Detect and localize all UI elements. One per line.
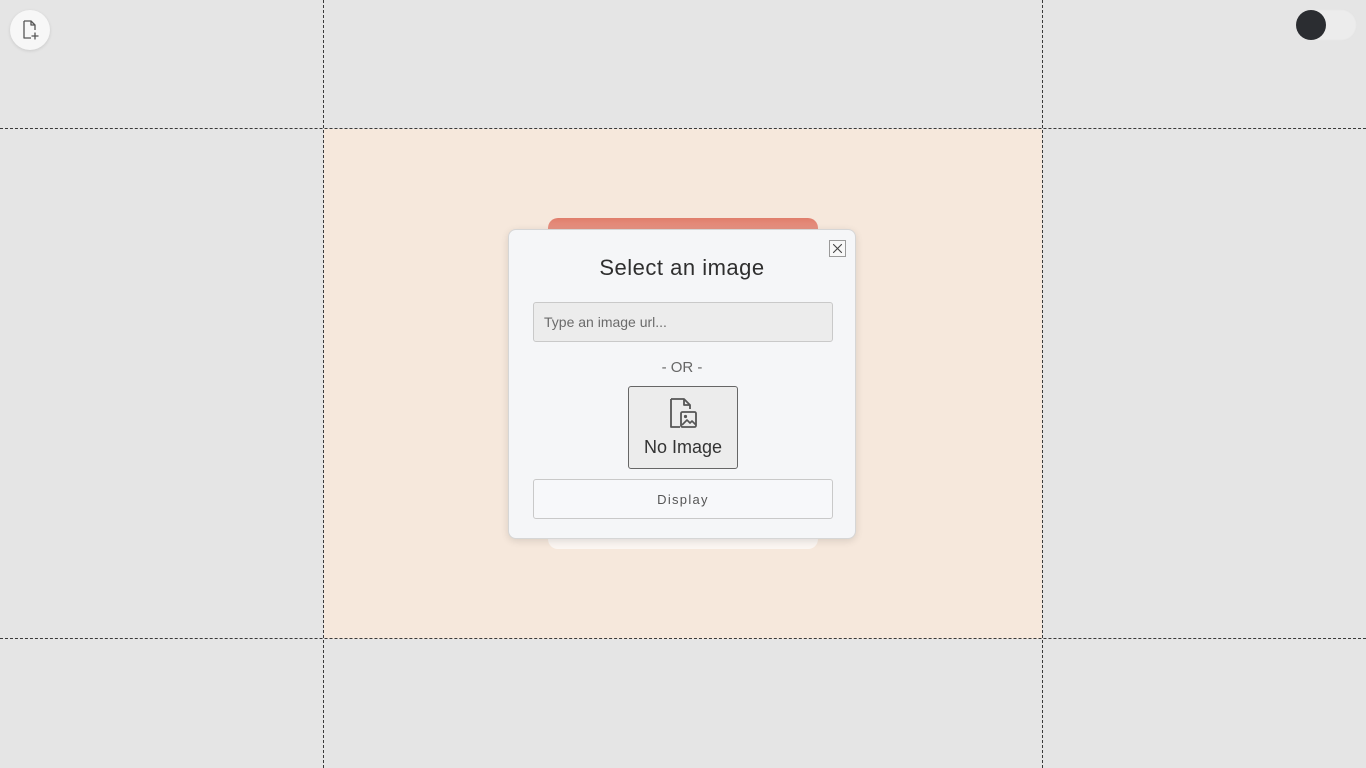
display-button[interactable]: Display	[533, 479, 833, 519]
guide-line-horizontal-top	[0, 128, 1366, 129]
image-picker-label: No Image	[643, 437, 723, 457]
guide-line-vertical-right	[1042, 0, 1043, 768]
modal-title: Select an image	[599, 255, 765, 280]
app-stage: Select an image - OR - No Image Display	[0, 0, 1366, 768]
guide-line-horizontal-bottom	[0, 638, 1366, 639]
image-url-input[interactable]	[533, 302, 833, 342]
close-icon	[832, 243, 843, 254]
image-picker-button[interactable]: No Image	[628, 386, 738, 469]
theme-toggle-knob	[1296, 10, 1326, 40]
new-document-button[interactable]	[10, 10, 50, 50]
theme-toggle[interactable]	[1295, 9, 1357, 41]
file-image-icon	[670, 398, 697, 428]
select-image-modal: Select an image - OR - No Image Display	[508, 229, 856, 539]
guide-line-vertical-left	[323, 0, 324, 768]
file-plus-icon	[23, 20, 39, 40]
or-separator: - OR -	[661, 359, 703, 376]
